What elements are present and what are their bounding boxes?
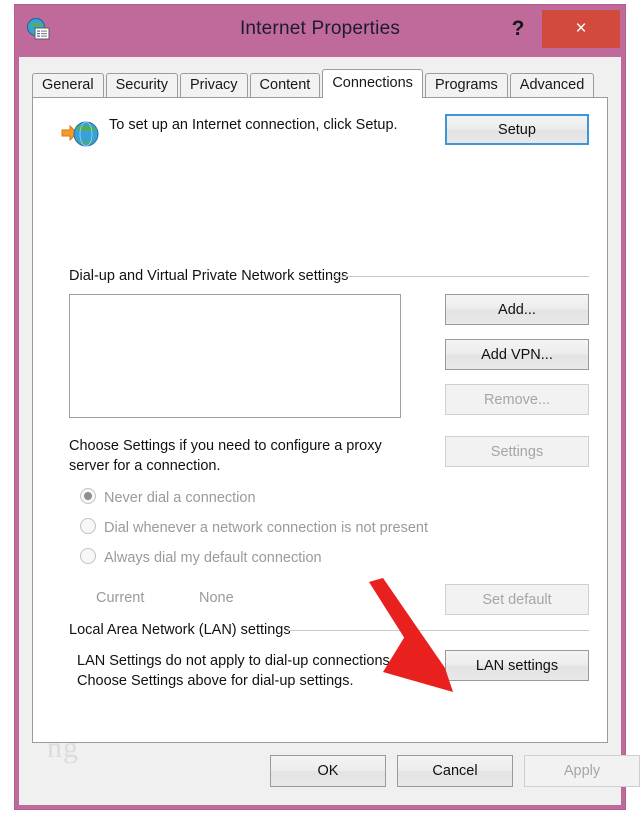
lan-group-line: [288, 630, 589, 631]
close-button[interactable]: ×: [542, 10, 620, 48]
setup-description: To set up an Internet connection, click …: [109, 117, 398, 133]
window-title: Internet Properties: [239, 18, 401, 39]
setup-button[interactable]: Setup: [445, 114, 589, 145]
add-vpn-button[interactable]: Add VPN...: [445, 339, 589, 370]
radio-dial-whenever-label: Dial whenever a network connection is no…: [104, 520, 429, 536]
radio-always-dial[interactable]: Always dial my default connection: [80, 548, 322, 568]
radio-button-icon: [80, 518, 96, 534]
dialog-button-bar: ng OK Cancel Apply: [19, 731, 640, 805]
tab-general[interactable]: General: [32, 73, 104, 97]
connections-tab-page: To set up an Internet connection, click …: [32, 97, 608, 743]
proxy-description: Choose Settings if you need to configure…: [69, 438, 382, 474]
tab-content[interactable]: Content: [249, 73, 321, 97]
lan-description: LAN Settings do not apply to dial-up con…: [77, 651, 447, 691]
radio-never-dial-label: Never dial a connection: [104, 490, 256, 506]
radio-always-dial-label: Always dial my default connection: [104, 550, 322, 566]
tab-connections[interactable]: Connections: [322, 69, 423, 98]
dialog-client-area: General Security Privacy Content Connect…: [19, 57, 640, 805]
set-default-button[interactable]: Set default: [445, 584, 589, 615]
lan-description-line2: Choose Settings above for dial-up settin…: [77, 673, 354, 689]
tab-programs[interactable]: Programs: [424, 73, 508, 97]
lan-description-line1: LAN Settings do not apply to dial-up con…: [77, 653, 394, 669]
current-value: None: [199, 590, 234, 606]
remove-button[interactable]: Remove...: [445, 384, 589, 415]
radio-never-dial[interactable]: Never dial a connection: [80, 488, 256, 508]
tab-privacy[interactable]: Privacy: [179, 73, 248, 97]
dialup-group-label: Dial-up and Virtual Private Network sett…: [69, 268, 356, 284]
add-button[interactable]: Add...: [445, 294, 589, 325]
tab-advanced[interactable]: Advanced: [509, 73, 595, 97]
tab-security[interactable]: Security: [105, 73, 178, 97]
internet-properties-window: Internet Properties ? × General Security…: [14, 4, 640, 810]
cancel-button[interactable]: Cancel: [397, 755, 513, 787]
tab-strip: General Security Privacy Content Connect…: [32, 68, 621, 98]
ok-button[interactable]: OK: [270, 755, 386, 787]
apply-button[interactable]: Apply: [524, 755, 640, 787]
dialup-group-line: [333, 276, 589, 277]
current-label: Current: [96, 590, 145, 606]
lan-settings-button[interactable]: LAN settings: [445, 650, 589, 681]
radio-button-icon: [80, 488, 96, 504]
dialup-connections-list[interactable]: [69, 294, 401, 418]
title-bar: Internet Properties ? ×: [15, 5, 625, 57]
radio-button-icon: [80, 548, 96, 564]
setup-section: To set up an Internet connection, click …: [51, 114, 591, 160]
settings-button[interactable]: Settings: [445, 436, 589, 467]
radio-dial-whenever[interactable]: Dial whenever a network connection is no…: [80, 518, 428, 538]
lan-group-label: Local Area Network (LAN) settings: [69, 622, 298, 638]
globe-with-arrow-icon: [61, 118, 99, 150]
help-button[interactable]: ?: [503, 13, 533, 45]
